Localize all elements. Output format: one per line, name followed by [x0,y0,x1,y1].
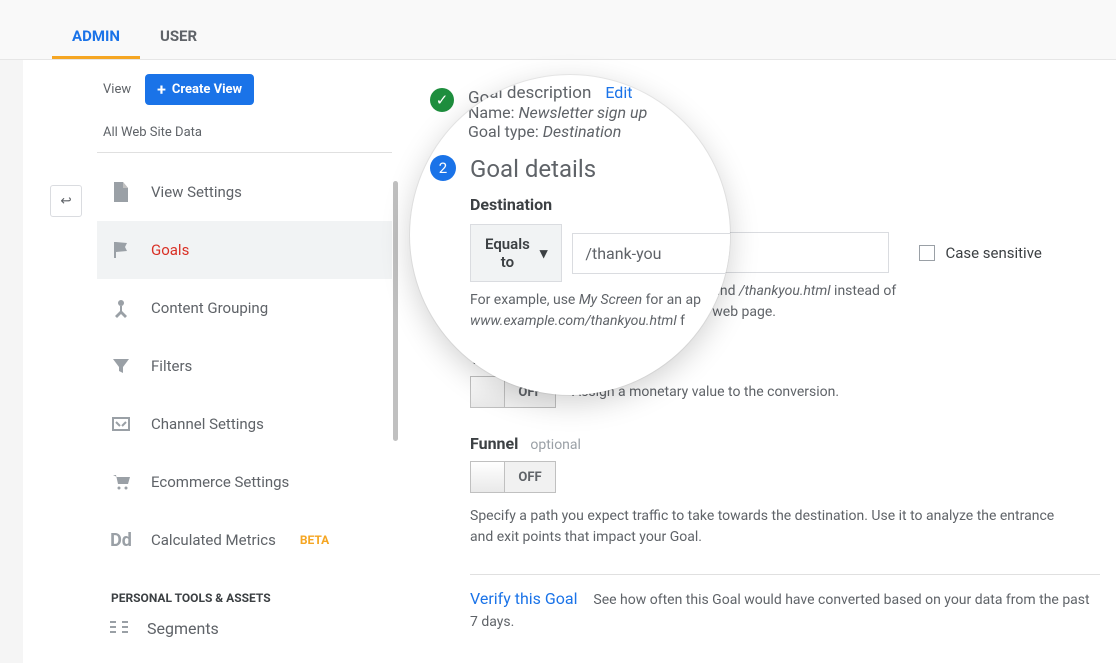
case-sensitive-label: Case sensitive [945,244,1041,262]
divider [470,574,1100,575]
flag-icon [109,240,133,260]
verify-row: Verify this Goal See how often this Goal… [470,589,1100,633]
channel-icon [109,414,133,434]
toggle-handle [471,377,505,407]
scrollbar[interactable] [393,181,398,441]
funnel-description: Specify a path you expect traffic to tak… [470,506,1070,548]
match-type-dropdown[interactable]: Equals to▾ [470,224,562,282]
nav-segments[interactable]: Segments [97,611,392,646]
nav-label: Channel Settings [151,415,264,433]
nav-label: Goals [151,241,189,259]
toggle-handle [471,462,505,492]
verify-goal-link[interactable]: Verify this Goal [470,589,578,608]
dd-icon: Dd [109,530,133,551]
tab-user[interactable]: USER [140,9,217,59]
nav-label: Calculated Metrics [151,531,276,549]
tab-admin[interactable]: ADMIN [52,9,140,59]
destination-input[interactable] [572,233,730,274]
nav-goals[interactable]: Goals [97,221,392,279]
back-button[interactable]: ↩ [50,185,82,217]
checkbox-icon[interactable] [919,245,935,261]
plus-icon: + [157,80,166,99]
grouping-icon [109,298,133,318]
nav-ecommerce-settings[interactable]: Ecommerce Settings [97,453,392,511]
nav-label: Segments [147,619,219,638]
cart-icon [109,472,133,492]
nav-channel-settings[interactable]: Channel Settings [97,395,392,453]
create-view-button[interactable]: + Create View [145,74,254,105]
toggle-off-label: OFF [505,462,555,492]
optional-tag: optional [530,437,581,453]
view-sidebar: View + Create View All Web Site Data Vie… [97,60,392,646]
section-header: PERSONAL TOOLS & ASSETS [97,569,392,611]
nav-view-settings[interactable]: View Settings [97,163,392,221]
funnel-block: Funnel optional OFF Specify a path you e… [470,434,1100,548]
nav-filters[interactable]: Filters [97,337,392,395]
funnel-toggle[interactable]: OFF [470,461,556,493]
nav-calculated-metrics[interactable]: Dd Calculated Metrics BETA [97,511,392,569]
step-2-badge: 2 [430,155,456,181]
case-sensitive-option[interactable]: Case sensitive [919,244,1041,262]
nav-label: View Settings [151,183,242,201]
nav-label: Ecommerce Settings [151,473,289,491]
nav-label: Filters [151,357,192,375]
beta-badge: BETA [300,533,329,547]
funnel-label: Funnel [470,434,518,453]
top-tabs: ADMIN USER [0,0,1116,60]
create-view-label: Create View [172,82,242,97]
funnel-icon [109,356,133,376]
file-icon [109,182,133,202]
current-view-name[interactable]: All Web Site Data [97,115,392,153]
nav-list: View Settings Goals Content Grouping Fil… [97,163,392,569]
checkmark-icon: ✓ [430,83,454,107]
view-label: View [103,82,131,97]
caret-down-icon: ▾ [540,244,548,262]
segments-icon [109,619,129,638]
magnifier-lens: ✓ Goal description Edit Name: Newsletter… [410,75,730,395]
nav-label: Content Grouping [151,299,268,317]
nav-content-grouping[interactable]: Content Grouping [97,279,392,337]
back-arrow-icon: ↩ [60,194,71,209]
